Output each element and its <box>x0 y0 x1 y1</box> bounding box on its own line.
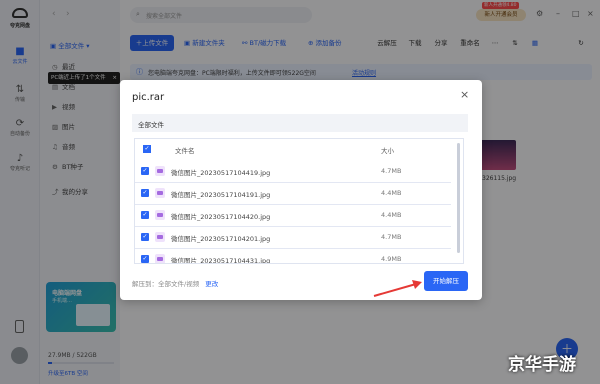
unzip-dialog: pic.rar × 全部文件 ✓ 文件名 大小 ✓ 微信图片_202305171… <box>120 80 482 300</box>
table-row[interactable]: ✓ 微信图片_20230517104419.jpg 4.7MB <box>135 161 451 183</box>
table-header: ✓ 文件名 大小 <box>135 139 451 161</box>
table-row[interactable]: ✓ 微信图片_20230517104420.jpg 4.4MB <box>135 205 451 227</box>
dialog-title: pic.rar <box>132 92 165 103</box>
image-file-icon <box>155 254 165 263</box>
extract-label: 解压到： <box>132 280 158 288</box>
row-checkbox[interactable]: ✓ <box>141 167 149 175</box>
table-row[interactable]: ✓ 微信图片_20230517104201.jpg 4.7MB <box>135 227 451 249</box>
watermark: 京华手游 <box>508 355 576 375</box>
row-checkbox[interactable]: ✓ <box>141 211 149 219</box>
file-table: ✓ 文件名 大小 ✓ 微信图片_20230517104419.jpg 4.7MB … <box>134 138 464 264</box>
image-file-icon <box>155 210 165 220</box>
table-row[interactable]: ✓ 微信图片_20230517104191.jpg 4.4MB <box>135 183 451 205</box>
row-checkbox[interactable]: ✓ <box>141 233 149 241</box>
select-all-checkbox[interactable]: ✓ <box>143 145 151 153</box>
path-label: 全部文件 <box>138 121 164 129</box>
extract-path: 全部文件/视频 <box>158 280 200 288</box>
image-file-icon <box>155 232 165 242</box>
extract-path-row: 解压到：全部文件/视频 更改 <box>132 278 218 288</box>
change-path-link[interactable]: 更改 <box>205 280 218 288</box>
column-size: 大小 <box>381 147 394 155</box>
row-checkbox[interactable]: ✓ <box>141 189 149 197</box>
image-file-icon <box>155 166 165 176</box>
red-arrow-annotation <box>373 280 422 297</box>
start-unzip-button[interactable]: 开始解压 <box>424 271 468 291</box>
dialog-close-icon[interactable]: × <box>460 88 469 101</box>
scrollbar[interactable] <box>457 143 460 253</box>
column-name: 文件名 <box>175 147 195 155</box>
image-file-icon <box>155 188 165 198</box>
path-bar: 全部文件 <box>132 114 468 132</box>
row-checkbox[interactable]: ✓ <box>141 255 149 263</box>
table-row[interactable]: ✓ 微信图片_20230517104431.jpg 4.9MB <box>135 249 451 263</box>
